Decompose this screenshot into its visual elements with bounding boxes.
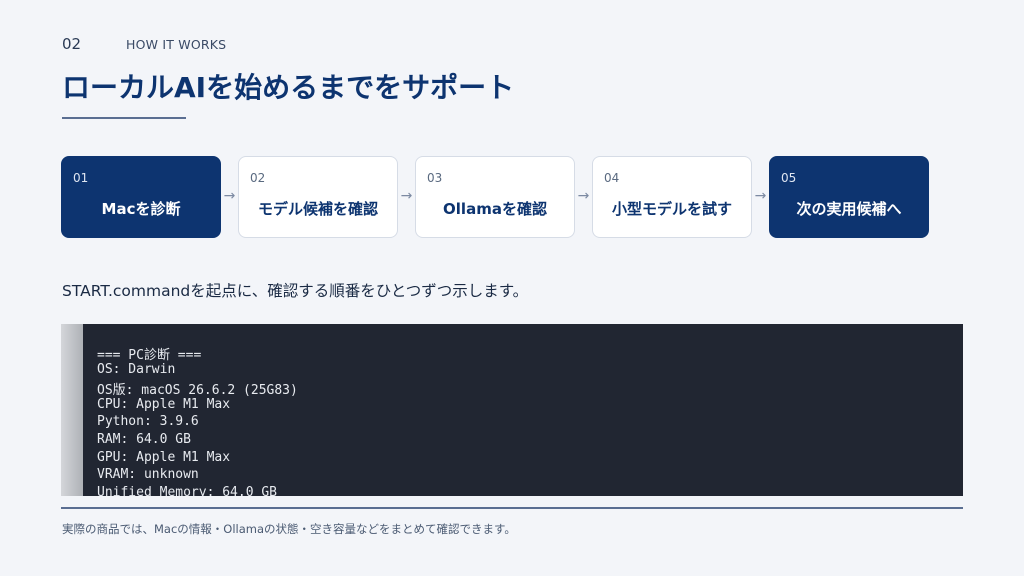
- footer-note: 実際の商品では、Macの情報・Ollamaの状態・空き容量などをまとめて確認でき…: [62, 522, 516, 536]
- step-number: 01: [73, 171, 89, 185]
- terminal-line: GPU: Apple M1 Max: [97, 449, 231, 465]
- terminal-side-bar: [61, 324, 83, 496]
- arrow-right-icon: →: [754, 188, 767, 204]
- arrow-right-icon: →: [400, 188, 413, 204]
- footer-divider: [61, 507, 963, 509]
- step-card-5: 05 次の実用候補へ: [769, 156, 929, 238]
- flow-description: START.commandを起点に、確認する順番をひとつずつ示します。: [62, 282, 529, 300]
- arrow-right-icon: →: [223, 188, 236, 204]
- step-card-3: 03 Ollamaを確認: [415, 156, 575, 238]
- arrow-right-icon: →: [577, 188, 590, 204]
- step-number: 03: [427, 171, 443, 185]
- step-label: 小型モデルを試す: [611, 200, 732, 219]
- terminal-line: Unified Memory: 64.0 GB: [97, 484, 278, 496]
- title-underline: [62, 117, 186, 119]
- step-number: 02: [250, 171, 266, 185]
- terminal-line: Python: 3.9.6: [97, 414, 199, 430]
- step-card-2: 02 モデル候補を確認: [238, 156, 398, 238]
- terminal-line: === PC診断 ===: [97, 348, 202, 363]
- step-label: Ollamaを確認: [443, 200, 547, 219]
- step-number: 04: [604, 171, 620, 185]
- terminal-line: RAM: 64.0 GB: [97, 432, 191, 447]
- section-number: 02: [62, 35, 82, 53]
- terminal-line: CPU: Apple M1 Max: [97, 396, 231, 412]
- step-label: モデル候補を確認: [257, 200, 378, 219]
- terminal-screenshot: === PC診断 === OS: Darwin OS版: macOS 26.6.…: [61, 324, 963, 496]
- page-title: ローカルAIを始めるまでをサポート: [62, 71, 515, 104]
- step-card-1: 01 Macを診断: [61, 156, 221, 238]
- step-number: 05: [781, 171, 797, 185]
- step-label: 次の実用候補へ: [796, 200, 902, 219]
- section-label: HOW IT WORKS: [126, 37, 227, 52]
- terminal-line: OS版: macOS 26.6.2 (25G83): [97, 383, 298, 399]
- terminal-line: VRAM: unknown: [97, 467, 199, 483]
- step-card-4: 04 小型モデルを試す: [592, 156, 752, 238]
- terminal-line: OS: Darwin: [97, 361, 176, 377]
- step-label: Macを診断: [101, 200, 181, 219]
